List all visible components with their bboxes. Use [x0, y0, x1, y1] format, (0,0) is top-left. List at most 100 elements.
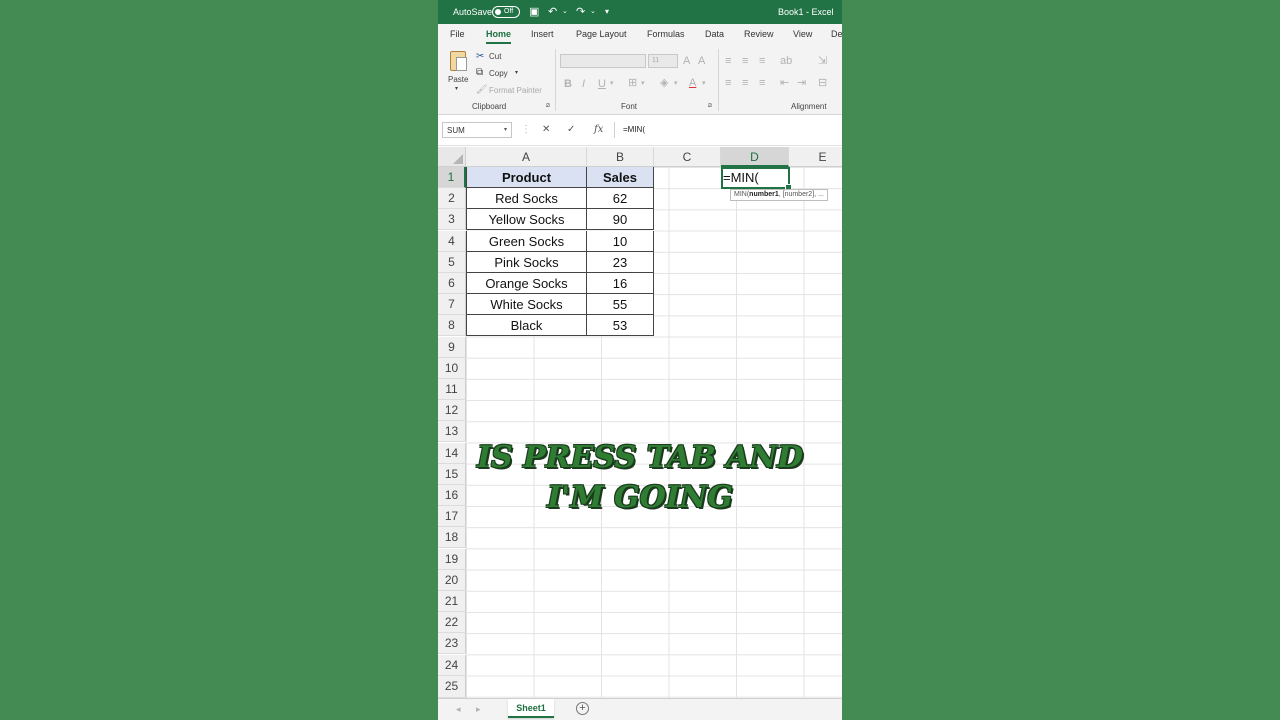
row-header[interactable]: 9 [438, 336, 466, 358]
row-header[interactable]: 5 [438, 251, 466, 273]
product-cell[interactable]: Orange Socks [466, 273, 587, 294]
insert-function-icon[interactable]: fx [594, 122, 603, 138]
scroll-right-icon[interactable]: ▸ [476, 704, 481, 715]
top-align-icon[interactable]: ≡ [725, 55, 731, 67]
paste-icon[interactable] [450, 51, 467, 71]
sales-cell[interactable]: 23 [587, 251, 654, 273]
product-cell[interactable]: Black [466, 315, 587, 337]
tab-insert[interactable]: Insert [531, 29, 554, 39]
tab-view[interactable]: View [793, 29, 812, 39]
copy-button[interactable]: Copy [489, 69, 508, 78]
increase-indent-icon[interactable]: ⇥ [797, 77, 806, 89]
formula-input[interactable]: =MIN( [614, 122, 842, 138]
table-header-product[interactable]: Product [466, 167, 587, 188]
fill-dropdown-icon[interactable]: ▾ [674, 78, 678, 90]
copy-icon[interactable]: ⧉ [476, 67, 483, 78]
product-cell[interactable]: Red Socks [466, 188, 587, 210]
fill-color-icon[interactable]: ◈ [660, 77, 668, 89]
cancel-icon[interactable]: ✕ [542, 122, 550, 138]
row-header[interactable]: 21 [438, 591, 466, 612]
product-cell[interactable]: White Socks [466, 294, 587, 316]
tooltip-arg-number1[interactable]: number1 [749, 191, 779, 198]
select-all-button[interactable] [438, 147, 466, 167]
redo-dropdown-icon[interactable]: ⌄ [590, 5, 596, 19]
row-header[interactable]: 7 [438, 294, 466, 316]
row-header[interactable]: 19 [438, 548, 466, 570]
customize-toolbar-icon[interactable]: ▾ [605, 5, 609, 19]
row-header[interactable]: 23 [438, 633, 466, 655]
table-header-sales[interactable]: Sales [587, 167, 654, 188]
redo-icon[interactable]: ↷ [576, 5, 585, 19]
italic-button[interactable]: I [582, 78, 585, 90]
tab-home[interactable]: Home [486, 29, 512, 44]
merge-icon[interactable]: ⊟ [818, 77, 827, 89]
align-right-icon[interactable]: ≡ [759, 77, 765, 89]
font-name-combo[interactable] [560, 54, 646, 68]
sales-cell[interactable]: 10 [587, 230, 654, 252]
sheet-tab-sheet1[interactable]: Sheet1 [508, 699, 554, 718]
font-color-dropdown-icon[interactable]: ▾ [702, 78, 706, 90]
tab-developer[interactable]: De [831, 29, 842, 39]
product-cell[interactable]: Green Socks [466, 230, 587, 252]
column-header-e[interactable]: E [789, 147, 842, 167]
row-header[interactable]: 11 [438, 379, 466, 400]
align-center-icon[interactable]: ≡ [742, 77, 748, 89]
scroll-left-icon[interactable]: ◂ [456, 704, 461, 715]
undo-icon[interactable]: ↶ [548, 5, 557, 19]
copy-dropdown-icon[interactable]: ▾ [515, 69, 518, 76]
row-header[interactable]: 6 [438, 273, 466, 294]
cut-button[interactable]: Cut [489, 52, 501, 61]
tab-page-layout[interactable]: Page Layout [576, 29, 627, 39]
clipboard-launcher-icon[interactable]: ⧄ [546, 103, 550, 110]
format-painter-button[interactable]: Format Painter [489, 86, 542, 95]
row-header[interactable]: 1 [438, 167, 466, 188]
column-header-c[interactable]: C [654, 147, 721, 167]
autosave-toggle[interactable]: Off [492, 6, 520, 18]
sales-cell[interactable]: 90 [587, 209, 654, 231]
paste-dropdown-icon[interactable]: ▾ [455, 85, 458, 92]
sales-cell[interactable]: 16 [587, 273, 654, 294]
align-left-icon[interactable]: ≡ [725, 77, 731, 89]
row-header[interactable]: 10 [438, 357, 466, 379]
tab-formulas[interactable]: Formulas [647, 29, 685, 39]
underline-button[interactable]: U [598, 78, 606, 90]
row-header[interactable]: 20 [438, 569, 466, 591]
underline-dropdown-icon[interactable]: ▾ [610, 78, 614, 90]
row-header[interactable]: 2 [438, 188, 466, 210]
orientation-icon[interactable]: ab [780, 55, 792, 67]
borders-icon[interactable]: ⊞ [628, 77, 637, 89]
row-header[interactable]: 25 [438, 675, 466, 698]
decrease-font-icon[interactable]: A [698, 55, 705, 67]
product-cell[interactable]: Pink Socks [466, 251, 587, 273]
row-header[interactable]: 8 [438, 315, 466, 337]
sales-cell[interactable]: 55 [587, 294, 654, 316]
font-size-combo[interactable]: 11 [648, 54, 678, 68]
middle-align-icon[interactable]: ≡ [742, 55, 748, 67]
add-sheet-icon[interactable]: + [576, 702, 589, 715]
name-box-dropdown-icon[interactable]: ▾ [504, 122, 507, 138]
row-header[interactable]: 3 [438, 209, 466, 231]
row-header[interactable]: 18 [438, 527, 466, 549]
save-icon[interactable]: ▣ [529, 5, 539, 19]
paste-button[interactable]: Paste [448, 75, 468, 84]
font-color-button[interactable]: A [689, 77, 696, 89]
bottom-align-icon[interactable]: ≡ [759, 55, 765, 67]
column-header-b[interactable]: B [587, 147, 654, 167]
name-box[interactable]: SUM [442, 122, 512, 138]
increase-font-icon[interactable]: A [683, 55, 690, 67]
column-header-a[interactable]: A [466, 147, 587, 167]
wrap-text-icon[interactable]: ⇲ [818, 55, 827, 67]
enter-icon[interactable]: ✓ [567, 122, 575, 138]
format-painter-icon[interactable]: 🖌 [476, 84, 487, 95]
row-header[interactable]: 12 [438, 400, 466, 422]
sales-cell[interactable]: 53 [587, 315, 654, 337]
column-header-d[interactable]: D [721, 147, 789, 167]
sales-cell[interactable]: 62 [587, 188, 654, 210]
product-cell[interactable]: Yellow Socks [466, 209, 587, 231]
tab-review[interactable]: Review [744, 29, 774, 39]
active-cell-d1[interactable]: =MIN( [721, 167, 792, 191]
row-header[interactable]: 22 [438, 612, 466, 634]
font-launcher-icon[interactable]: ⧄ [708, 103, 712, 110]
tab-data[interactable]: Data [705, 29, 724, 39]
undo-dropdown-icon[interactable]: ⌄ [562, 5, 568, 19]
